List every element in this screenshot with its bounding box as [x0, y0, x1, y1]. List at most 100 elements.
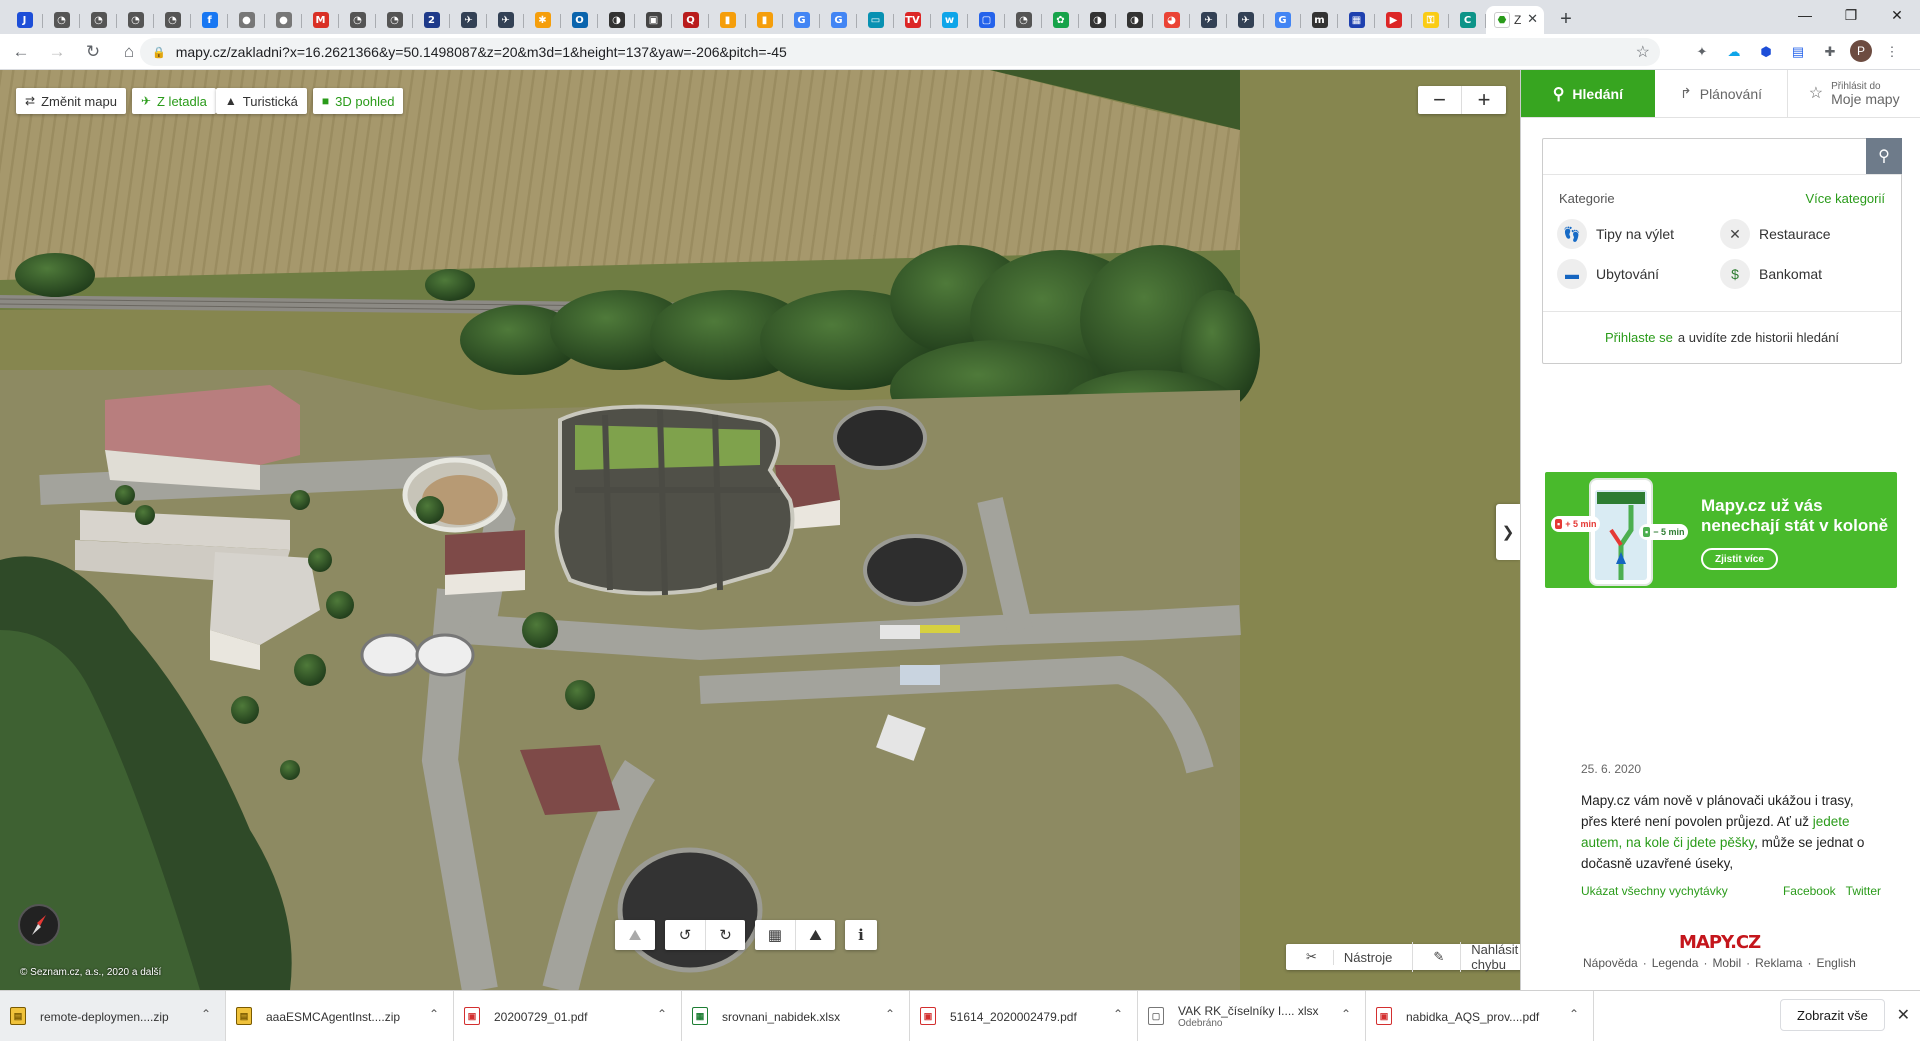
category-item[interactable]: ▬ Ubytování [1557, 258, 1720, 290]
close-tab-icon[interactable]: ✕ [1527, 11, 1538, 27]
tab-search[interactable]: ⚲ Hledání [1521, 70, 1655, 117]
aerial-map-button[interactable]: ✈ Z letadla [131, 88, 216, 114]
download-item[interactable]: ▢ VAK RK_číselníky I.... xlsx Odebráno ⌃ [1138, 991, 1366, 1041]
extension-cloud-icon[interactable]: ☁ [1722, 40, 1746, 64]
browser-tab[interactable]: ▣ [635, 6, 672, 34]
browser-tab[interactable]: ◔ [80, 6, 117, 34]
browser-tab[interactable]: ◔ [1005, 6, 1042, 34]
login-link[interactable]: Přihlaste se [1605, 330, 1673, 345]
rotate-right-button[interactable]: ↻ [705, 920, 745, 950]
download-item[interactable]: ▦ srovnani_nabidek.xlsx ⌃ [682, 991, 910, 1041]
browser-tab[interactable]: 2 [413, 6, 450, 34]
show-all-downloads-button[interactable]: Zobrazit vše [1780, 999, 1885, 1031]
browser-tab[interactable]: ▢ [968, 6, 1005, 34]
footer-link[interactable]: Reklama [1755, 956, 1802, 970]
browser-tab[interactable]: ✈ [1227, 6, 1264, 34]
close-shelf-button[interactable]: ✕ [1897, 1005, 1910, 1025]
rotate-left-button[interactable]: ↺ [665, 920, 705, 950]
browser-tab[interactable]: O [561, 6, 598, 34]
browser-tab[interactable]: f [191, 6, 228, 34]
chevron-up-icon[interactable]: ⌃ [201, 1007, 211, 1021]
mapy-logo[interactable]: MAPY.CZ [1679, 932, 1761, 953]
chevron-up-icon[interactable]: ⌃ [1569, 1007, 1579, 1021]
browser-tab[interactable]: ✈ [1190, 6, 1227, 34]
browser-tab[interactable]: ✈ [487, 6, 524, 34]
grid-view-button[interactable]: ▦ [755, 920, 795, 950]
download-item[interactable]: ▣ nabidka_AQS_prov....pdf ⌃ [1366, 991, 1594, 1041]
bookmark-star-icon[interactable]: ☆ [1636, 42, 1650, 62]
chevron-up-icon[interactable]: ⌃ [657, 1007, 667, 1021]
browser-tab[interactable]: ◑ [1079, 6, 1116, 34]
map-3d-view[interactable]: ⇄ Změnit mapu ✈ Z letadla ▲ Turistická ■ 3D … [0, 70, 1520, 990]
browser-tab[interactable]: G [783, 6, 820, 34]
browser-tab[interactable]: ◔ [376, 6, 413, 34]
download-item[interactable]: ▣ 51614_2020002479.pdf ⌃ [910, 991, 1138, 1041]
category-item[interactable]: ✕ Restaurace [1720, 218, 1880, 250]
browser-tab[interactable]: Q [672, 6, 709, 34]
extension-dropbox-icon[interactable]: ✦ [1690, 40, 1714, 64]
tab-my-maps[interactable]: ☆ Přihlásit do Moje mapy [1788, 70, 1920, 117]
address-bar[interactable]: 🔒 mapy.cz/zakladni?x=16.2621366&y=50.149… [140, 38, 1660, 66]
category-item[interactable]: 👣 Tipy na výlet [1557, 218, 1720, 250]
twitter-link[interactable]: Twitter [1846, 884, 1881, 898]
reload-button[interactable]: ↻ [78, 37, 108, 67]
footer-link[interactable]: English [1816, 956, 1855, 970]
extensions-puzzle-icon[interactable]: ✚ [1818, 40, 1842, 64]
tab-active-mapy[interactable]: ⬣ Z ✕ [1486, 6, 1544, 34]
search-submit-button[interactable]: ⚲ [1866, 138, 1902, 174]
change-map-button[interactable]: ⇄ Změnit mapu [16, 88, 126, 114]
menu-kebab-icon[interactable]: ⋮ [1880, 40, 1904, 64]
tilt-button[interactable]: ⛰ [795, 920, 835, 950]
zoom-in-button[interactable]: + [1462, 86, 1506, 114]
browser-tab[interactable]: ▦ [1338, 6, 1375, 34]
browser-tab[interactable]: ▶ [1375, 6, 1412, 34]
browser-tab[interactable]: ▮ [746, 6, 783, 34]
promo-cta-button[interactable]: Zjistit více [1701, 548, 1778, 570]
browser-tab[interactable]: ◔ [43, 6, 80, 34]
browser-tab[interactable]: G [1264, 6, 1301, 34]
zoom-out-button[interactable]: − [1418, 86, 1462, 114]
browser-tab[interactable]: ⚿ [1412, 6, 1449, 34]
tools-button[interactable]: ✂ Nástroje [1286, 949, 1412, 965]
browser-tab[interactable]: ● [228, 6, 265, 34]
browser-tab[interactable]: C [1449, 6, 1486, 34]
extension-card-icon[interactable]: ▤ [1786, 40, 1810, 64]
download-item[interactable]: ▣ 20200729_01.pdf ⌃ [454, 991, 682, 1041]
promo-banner[interactable]: ▪ + 5 min ▪ − 5 min Mapy.cz už vás nenecha… [1545, 472, 1897, 588]
report-error-button[interactable]: ✎ Nahlásit chybu [1412, 942, 1520, 972]
show-all-tips-link[interactable]: Ukázat všechny vychytávky [1581, 884, 1728, 898]
extension-shield-icon[interactable]: ⬢ [1754, 40, 1778, 64]
collapse-panel-button[interactable]: ❯ [1496, 504, 1520, 560]
compass-button[interactable] [18, 904, 60, 946]
browser-tab[interactable]: G [820, 6, 857, 34]
browser-tab[interactable]: m [1301, 6, 1338, 34]
browser-tab[interactable]: ◑ [598, 6, 635, 34]
facebook-link[interactable]: Facebook [1783, 884, 1836, 898]
footer-link[interactable]: Mobil [1712, 956, 1741, 970]
download-item[interactable]: ▤ aaaESMCAgentInst....zip ⌃ [226, 991, 454, 1041]
browser-tab[interactable]: ◑ [1116, 6, 1153, 34]
search-input[interactable]: ⚲ [1543, 138, 1902, 175]
more-categories-link[interactable]: Více kategorií [1806, 191, 1886, 206]
browser-tab[interactable]: ● [265, 6, 302, 34]
browser-tab[interactable]: ◔ [154, 6, 191, 34]
browser-tab[interactable]: ◔ [117, 6, 154, 34]
browser-tab[interactable]: w [931, 6, 968, 34]
terrain-button[interactable]: ⛰ [615, 920, 655, 950]
chevron-up-icon[interactable]: ⌃ [1341, 1007, 1351, 1021]
tab-planning[interactable]: ↱ Plánování [1655, 70, 1789, 117]
profile-avatar[interactable]: P [1850, 40, 1872, 62]
browser-tab[interactable]: ✱ [524, 6, 561, 34]
map-copyright[interactable]: © Seznam.cz, a.s., 2020 a další [20, 967, 161, 978]
browser-tab[interactable]: ◕ [1153, 6, 1190, 34]
info-button[interactable]: i [845, 920, 877, 950]
browser-tab[interactable]: ✈ [450, 6, 487, 34]
category-item[interactable]: $ Bankomat [1720, 258, 1880, 290]
chevron-up-icon[interactable]: ⌃ [885, 1007, 895, 1021]
browser-tab[interactable]: ▮ [709, 6, 746, 34]
browser-tab[interactable]: J [6, 6, 43, 34]
browser-tab[interactable]: ▭ [857, 6, 894, 34]
browser-tab[interactable]: TV [894, 6, 931, 34]
chevron-up-icon[interactable]: ⌃ [1113, 1007, 1123, 1021]
browser-tab[interactable]: M [302, 6, 339, 34]
